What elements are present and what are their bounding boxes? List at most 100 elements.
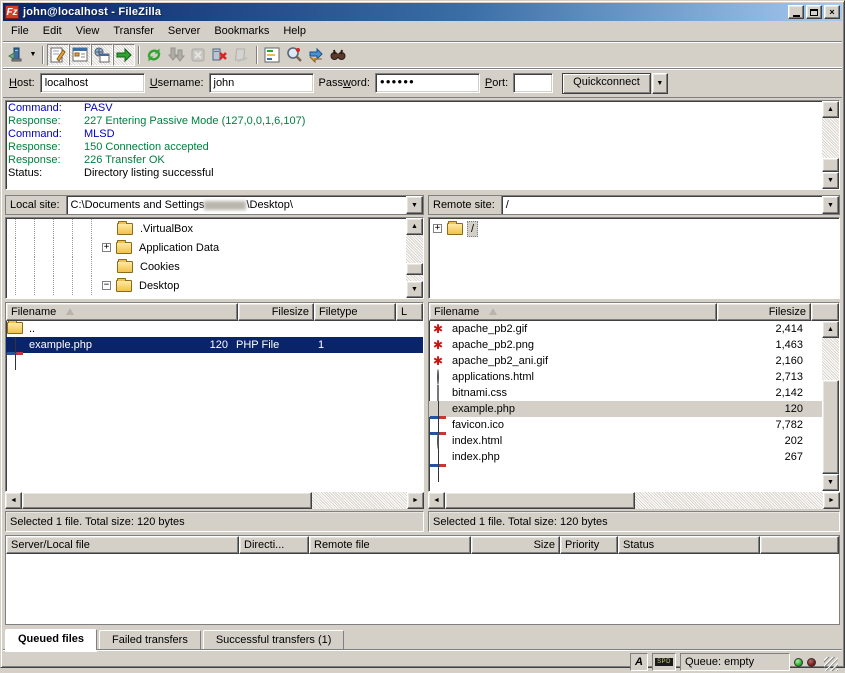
menu-view[interactable]: View bbox=[69, 22, 107, 40]
column-filename[interactable]: Filename bbox=[6, 303, 238, 321]
file-row-index-html[interactable]: index.html 202 bbox=[429, 433, 822, 449]
quickconnect-button[interactable]: Quickconnect bbox=[562, 73, 651, 94]
disconnect-button[interactable] bbox=[209, 44, 231, 66]
scroll-down-icon[interactable]: ▼ bbox=[406, 281, 423, 298]
local-site-combo[interactable]: C:\Documents and Settings\Desktop\ ▼ bbox=[66, 195, 424, 215]
toggle-message-log-button[interactable] bbox=[47, 44, 69, 66]
tree-item-root[interactable]: + / bbox=[429, 219, 839, 238]
directory-filters-button[interactable] bbox=[261, 44, 283, 66]
close-button[interactable]: × bbox=[824, 5, 840, 19]
scroll-right-icon[interactable]: ► bbox=[407, 492, 424, 509]
file-row-example-php[interactable]: example.php 120 PHP File 1 bbox=[6, 337, 423, 353]
local-tree-body[interactable]: .VirtualBox + Application Data Cookies bbox=[6, 218, 406, 298]
menu-bookmarks[interactable]: Bookmarks bbox=[207, 22, 276, 40]
log-vertical-scrollbar[interactable]: ▲ ▼ bbox=[822, 101, 839, 189]
minimize-button[interactable] bbox=[788, 5, 804, 19]
file-row-apache-pb2-ani-gif[interactable]: ✱ apache_pb2_ani.gif 2,160 bbox=[429, 353, 822, 369]
column-last-modified[interactable]: L bbox=[396, 303, 423, 321]
tree-item-cookies[interactable]: Cookies bbox=[6, 257, 406, 276]
scrollbar-thumb[interactable] bbox=[822, 158, 839, 172]
menu-edit[interactable]: Edit bbox=[36, 22, 69, 40]
scrollbar-thumb[interactable] bbox=[822, 380, 839, 474]
file-row-favicon-ico[interactable]: favicon.ico 7,782 bbox=[429, 417, 822, 433]
port-input[interactable] bbox=[513, 73, 553, 93]
expand-icon[interactable]: + bbox=[433, 224, 442, 233]
username-input[interactable]: john bbox=[209, 73, 314, 93]
column-priority[interactable]: Priority bbox=[560, 536, 618, 554]
tree-item-virtualbox[interactable]: .VirtualBox bbox=[6, 219, 406, 238]
file-row-applications-html[interactable]: applications.html 2,713 bbox=[429, 369, 822, 385]
collapse-icon[interactable]: − bbox=[102, 281, 111, 290]
remote-tree-body[interactable]: + / bbox=[429, 218, 839, 298]
menu-help[interactable]: Help bbox=[276, 22, 313, 40]
message-log[interactable]: Command:PASV Response:227 Entering Passi… bbox=[6, 101, 822, 189]
remote-site-combo[interactable]: / ▼ bbox=[501, 195, 840, 215]
remote-path[interactable]: / bbox=[502, 196, 822, 214]
toggle-local-tree-button[interactable] bbox=[69, 44, 91, 66]
remote-site-combo-button[interactable]: ▼ bbox=[822, 196, 839, 214]
local-horizontal-scrollbar[interactable]: ◄ ► bbox=[5, 492, 424, 509]
scroll-down-icon[interactable]: ▼ bbox=[822, 474, 839, 491]
local-site-combo-button[interactable]: ▼ bbox=[406, 196, 423, 214]
scrollbar-thumb[interactable] bbox=[22, 492, 312, 509]
open-folder-icon bbox=[447, 223, 463, 235]
column-status[interactable]: Status bbox=[618, 536, 760, 554]
column-remote-file[interactable]: Remote file bbox=[309, 536, 471, 554]
file-row-example-php[interactable]: example.php 120 bbox=[429, 401, 822, 417]
find-files-button[interactable] bbox=[327, 44, 349, 66]
column-filesize[interactable]: Filesize bbox=[238, 303, 314, 321]
expand-icon[interactable]: + bbox=[102, 243, 111, 252]
column-filetype[interactable]: Filetype bbox=[314, 303, 396, 321]
file-row-bitnami-css[interactable]: bitnami.css 2,142 bbox=[429, 385, 822, 401]
local-tree-scrollbar[interactable]: ▲ ▼ bbox=[406, 218, 423, 298]
scroll-up-icon[interactable]: ▲ bbox=[822, 101, 839, 118]
column-server-local-file[interactable]: Server/Local file bbox=[6, 536, 239, 554]
synchronized-browsing-button[interactable] bbox=[305, 44, 327, 66]
remote-list-scrollbar[interactable]: ▲ ▼ bbox=[822, 321, 839, 491]
file-row-apache-pb2-gif[interactable]: ✱ apache_pb2.gif 2,414 bbox=[429, 321, 822, 337]
scroll-right-icon[interactable]: ► bbox=[823, 492, 840, 509]
column-filename[interactable]: Filename bbox=[429, 303, 717, 321]
maximize-button[interactable] bbox=[806, 5, 822, 19]
transfer-type-indicator[interactable]: A bbox=[630, 653, 648, 671]
scroll-left-icon[interactable]: ◄ bbox=[428, 492, 445, 509]
tab-failed-transfers[interactable]: Failed transfers bbox=[99, 630, 201, 649]
site-manager-dropdown[interactable]: ▼ bbox=[27, 44, 39, 66]
refresh-button[interactable] bbox=[143, 44, 165, 66]
toolbar-separator bbox=[138, 46, 140, 64]
menu-transfer[interactable]: Transfer bbox=[106, 22, 161, 40]
speed-limit-indicator[interactable]: SPD bbox=[652, 653, 676, 671]
remote-horizontal-scrollbar[interactable]: ◄ ► bbox=[428, 492, 840, 509]
tab-successful-transfers[interactable]: Successful transfers (1) bbox=[203, 630, 345, 649]
scroll-left-icon[interactable]: ◄ bbox=[5, 492, 22, 509]
column-filesize[interactable]: Filesize bbox=[717, 303, 811, 321]
resize-grip[interactable] bbox=[824, 657, 838, 671]
site-manager-button[interactable] bbox=[5, 44, 27, 66]
local-path[interactable]: C:\Documents and Settings\Desktop\ bbox=[67, 196, 406, 214]
scrollbar-thumb[interactable] bbox=[406, 263, 423, 275]
directory-comparison-button[interactable] bbox=[283, 44, 305, 66]
scrollbar-thumb[interactable] bbox=[445, 492, 635, 509]
host-input[interactable]: localhost bbox=[40, 73, 145, 93]
menu-file[interactable]: File bbox=[4, 22, 36, 40]
column-direction[interactable]: Directi... bbox=[239, 536, 309, 554]
reconnect-button[interactable] bbox=[231, 44, 253, 66]
file-row-index-php[interactable]: index.php 267 bbox=[429, 449, 822, 465]
file-row-parent-dir[interactable]: .. bbox=[6, 321, 423, 337]
toggle-transfer-queue-button[interactable] bbox=[113, 44, 135, 66]
quickconnect-dropdown[interactable]: ▼ bbox=[652, 73, 668, 94]
tab-queued-files[interactable]: Queued files bbox=[5, 629, 97, 650]
queue-body[interactable] bbox=[6, 554, 839, 624]
process-queue-button[interactable] bbox=[165, 44, 187, 66]
toggle-remote-tree-button[interactable] bbox=[91, 44, 113, 66]
menu-server[interactable]: Server bbox=[161, 22, 207, 40]
tree-item-application-data[interactable]: + Application Data bbox=[6, 238, 406, 257]
scroll-down-icon[interactable]: ▼ bbox=[822, 172, 839, 189]
column-size[interactable]: Size bbox=[471, 536, 560, 554]
file-row-apache-pb2-png[interactable]: ✱ apache_pb2.png 1,463 bbox=[429, 337, 822, 353]
password-input[interactable]: ●●●●●● bbox=[375, 73, 480, 93]
cancel-operation-button[interactable] bbox=[187, 44, 209, 66]
scroll-up-icon[interactable]: ▲ bbox=[822, 321, 839, 338]
tree-item-desktop[interactable]: − Desktop bbox=[6, 276, 406, 295]
scroll-up-icon[interactable]: ▲ bbox=[406, 218, 423, 235]
